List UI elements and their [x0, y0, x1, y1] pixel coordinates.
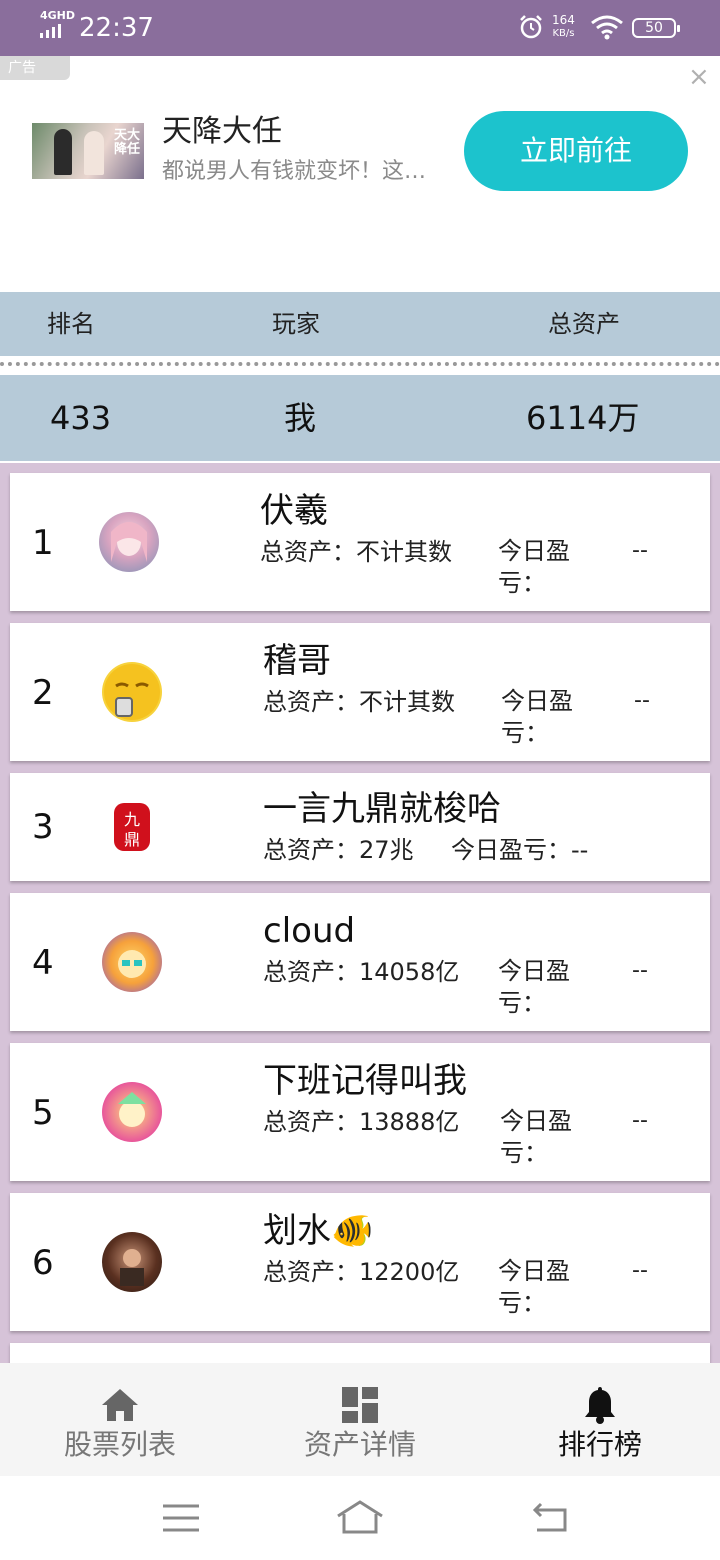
- player-name: cloud: [263, 911, 356, 951]
- rank-number: 3: [32, 807, 54, 847]
- ad-figure-woman: [84, 131, 104, 175]
- list-item[interactable]: [10, 1343, 710, 1363]
- player-name: 伏羲: [260, 491, 328, 531]
- rank-number: 1: [32, 523, 54, 563]
- ad-image-logo: 天大降任: [114, 128, 141, 157]
- bottom-navigation: 股票列表 资产详情 排行榜: [0, 1363, 720, 1476]
- ad-tag: 广告: [0, 56, 70, 80]
- tab-label: 资产详情: [303, 1428, 416, 1461]
- rank-number: 5: [32, 1093, 54, 1133]
- svg-text:鼎: 鼎: [124, 830, 140, 849]
- tab-label: 股票列表: [63, 1428, 176, 1461]
- today-pl-label: 今日盈亏：: [498, 537, 570, 597]
- total-assets: 总资产：27兆: [263, 836, 414, 864]
- bell-icon: [585, 1387, 615, 1424]
- today-pl-label: 今日盈亏：--: [451, 836, 589, 864]
- rank-number: 4: [32, 943, 54, 983]
- wifi-icon: [591, 15, 623, 40]
- menu-icon[interactable]: [157, 1496, 205, 1540]
- assets-column-header: 总资产: [548, 310, 620, 338]
- dashboard-icon: [342, 1387, 378, 1423]
- avatar: [102, 932, 162, 992]
- tab-stock-list[interactable]: 股票列表: [0, 1363, 240, 1476]
- today-pl-label: 今日盈亏：: [501, 687, 573, 747]
- player-name: 划水🐠: [263, 1211, 374, 1251]
- signal-icon: [40, 24, 61, 38]
- leaderboard-list[interactable]: 1 伏羲 总资产：不计其数 今日盈亏： -- 2 稽哥 总资产：不计其数 今日盈…: [0, 463, 720, 1363]
- player-name: 稽哥: [263, 641, 331, 681]
- back-icon[interactable]: [527, 1496, 575, 1540]
- status-bar: 4GHD 22:37 164 KB/s 50: [0, 0, 720, 56]
- list-item[interactable]: 4 cloud 总资产：14058亿 今日盈亏： --: [10, 893, 710, 1031]
- total-assets: 总资产：不计其数: [260, 538, 452, 566]
- list-item[interactable]: 3 九鼎 一言九鼎就梭哈 总资产：27兆 今日盈亏：--: [10, 773, 710, 881]
- list-item[interactable]: 2 稽哥 总资产：不计其数 今日盈亏： --: [10, 623, 710, 761]
- svg-text:九: 九: [124, 810, 140, 829]
- avatar: [102, 662, 162, 722]
- ad-title: 天降大任: [162, 114, 282, 149]
- network-speed: 164 KB/s: [552, 14, 575, 40]
- today-pl-label: 今日盈亏：: [498, 957, 570, 1017]
- leaderboard-header: 排名 玩家 总资产: [0, 292, 720, 356]
- avatar: [102, 1082, 162, 1142]
- player-name: 一言九鼎就梭哈: [263, 789, 501, 829]
- today-pl-label: 今日盈亏：: [498, 1257, 570, 1317]
- clock: 22:37: [79, 13, 154, 43]
- total-assets: 总资产：13888亿: [263, 1108, 460, 1136]
- battery-icon: 50: [632, 18, 680, 38]
- ad-go-button[interactable]: 立即前往: [464, 111, 688, 191]
- list-item[interactable]: 5 下班记得叫我 总资产：13888亿 今日盈亏： --: [10, 1043, 710, 1181]
- today-pl-value: --: [632, 958, 648, 983]
- close-icon[interactable]: ×: [688, 64, 710, 90]
- rank-column-header: 排名: [47, 310, 95, 338]
- network-type: 4GHD: [40, 9, 76, 22]
- my-name: 我: [284, 399, 317, 437]
- total-assets: 总资产：14058亿: [263, 958, 460, 986]
- player-column-header: 玩家: [272, 310, 320, 338]
- avatar: [99, 512, 159, 572]
- home-icon[interactable]: [336, 1496, 384, 1540]
- avatar: 九鼎: [102, 797, 162, 857]
- ad-image[interactable]: 天大降任: [32, 123, 144, 179]
- ad-description: 都说男人有钱就变坏！这…: [162, 159, 427, 184]
- divider: [0, 362, 720, 368]
- total-assets: 总资产：12200亿: [263, 1258, 460, 1286]
- player-name: 下班记得叫我: [263, 1061, 467, 1101]
- tab-asset-details[interactable]: 资产详情: [240, 1363, 480, 1476]
- my-rank: 433: [50, 399, 112, 437]
- avatar: [102, 1232, 162, 1292]
- alarm-icon: [520, 15, 542, 39]
- tab-leaderboard[interactable]: 排行榜: [480, 1363, 720, 1476]
- my-assets: 6114万: [526, 399, 640, 437]
- list-item[interactable]: 6 划水🐠 总资产：12200亿 今日盈亏： --: [10, 1193, 710, 1331]
- ad-banner[interactable]: 广告 × 天大降任 天降大任 都说男人有钱就变坏！这… 立即前往: [0, 56, 720, 292]
- system-navigation-bar: [0, 1476, 720, 1560]
- today-pl-label: 今日盈亏：: [500, 1107, 572, 1167]
- today-pl-value: --: [632, 1258, 648, 1283]
- my-rank-row: 433 我 6114万: [0, 375, 720, 461]
- today-pl-value: --: [634, 688, 650, 713]
- home-icon: [102, 1389, 138, 1421]
- speed-value: 164: [552, 13, 575, 27]
- rank-number: 6: [32, 1243, 54, 1283]
- speed-unit: KB/s: [552, 28, 575, 39]
- list-item[interactable]: 1 伏羲 总资产：不计其数 今日盈亏： --: [10, 473, 710, 611]
- tab-label: 排行榜: [557, 1428, 642, 1461]
- total-assets: 总资产：不计其数: [263, 688, 455, 716]
- today-pl-value: --: [632, 538, 648, 563]
- today-pl-value: --: [632, 1108, 648, 1133]
- ad-figure-man: [54, 129, 72, 175]
- rank-number: 2: [32, 673, 54, 713]
